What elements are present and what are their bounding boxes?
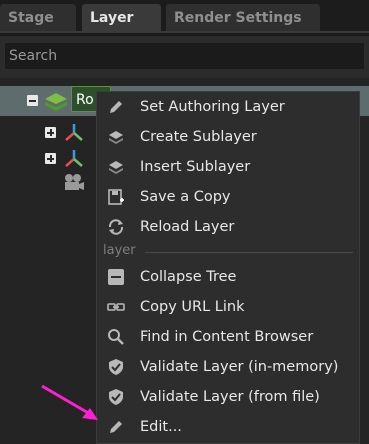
layer-insert-icon: [109, 161, 123, 174]
search-icon: [108, 329, 124, 345]
annotation-arrow-icon: [41, 384, 98, 420]
tab-layer[interactable]: Layer: [82, 4, 161, 32]
menu-divider: [145, 252, 353, 253]
pencil-icon: [110, 101, 122, 113]
menu-section-label: layer: [103, 243, 136, 258]
menu-item-label: Validate Layer (from file): [140, 389, 320, 405]
menu-item-find-in-content-browser[interactable]: Find in Content Browser: [97, 322, 359, 352]
menu-item-validate-layer-in-memory[interactable]: Validate Layer (in-memory): [97, 352, 359, 382]
menu-item-label: Collapse Tree: [140, 269, 237, 285]
tab-divider: [0, 31, 369, 33]
menu-item-insert-sublayer[interactable]: Insert Sublayer: [97, 152, 359, 182]
tab-render-settings[interactable]: Render Settings: [166, 4, 320, 32]
link-icon: [107, 303, 125, 311]
menu-item-set-authoring-layer[interactable]: Set Authoring Layer: [97, 92, 359, 122]
menu-item-label: Edit...: [140, 419, 182, 435]
menu-item-label: Validate Layer (in-memory): [140, 359, 339, 375]
menu-item-collapse-tree[interactable]: Collapse Tree: [97, 262, 359, 292]
save-icon: [108, 189, 124, 205]
context-menu: Set Authoring Layer Create Sublayer Inse…: [96, 91, 360, 444]
menu-item-label: Set Authoring Layer: [140, 99, 285, 115]
camera-icon: [65, 174, 84, 190]
layer-add-icon: [109, 131, 123, 144]
layers-icon: [45, 93, 67, 111]
xform-icon: [65, 124, 83, 141]
menu-item-label: Copy URL Link: [140, 299, 245, 315]
pencil-icon: [110, 421, 122, 433]
menu-item-label: Reload Layer: [140, 219, 235, 235]
tab-bar: Stage Layer Render Settings: [0, 0, 369, 36]
menu-item-validate-layer-from-file[interactable]: Validate Layer (from file): [97, 382, 359, 412]
expand-toggle[interactable]: [45, 153, 56, 164]
shield-check-icon: [109, 359, 123, 375]
shield-check-icon: [109, 389, 123, 405]
collapse-toggle[interactable]: [27, 95, 38, 106]
search-bar: Search: [0, 36, 369, 78]
menu-item-create-sublayer[interactable]: Create Sublayer: [97, 122, 359, 152]
menu-item-label: Insert Sublayer: [140, 159, 251, 175]
xform-icon: [65, 150, 83, 167]
menu-item-save-a-copy[interactable]: Save a Copy: [97, 182, 359, 212]
reload-icon: [108, 219, 124, 235]
collapse-icon: [108, 269, 124, 285]
menu-item-edit[interactable]: Edit...: [97, 412, 359, 442]
tab-stage[interactable]: Stage: [0, 4, 76, 32]
search-input[interactable]: Search: [4, 42, 365, 70]
menu-item-label: Save a Copy: [140, 189, 231, 205]
expand-toggle[interactable]: [45, 127, 56, 138]
menu-item-copy-url-link[interactable]: Copy URL Link: [97, 292, 359, 322]
menu-item-reload-layer[interactable]: Reload Layer: [97, 212, 359, 242]
menu-item-label: Create Sublayer: [140, 129, 257, 145]
menu-item-label: Find in Content Browser: [140, 329, 314, 345]
